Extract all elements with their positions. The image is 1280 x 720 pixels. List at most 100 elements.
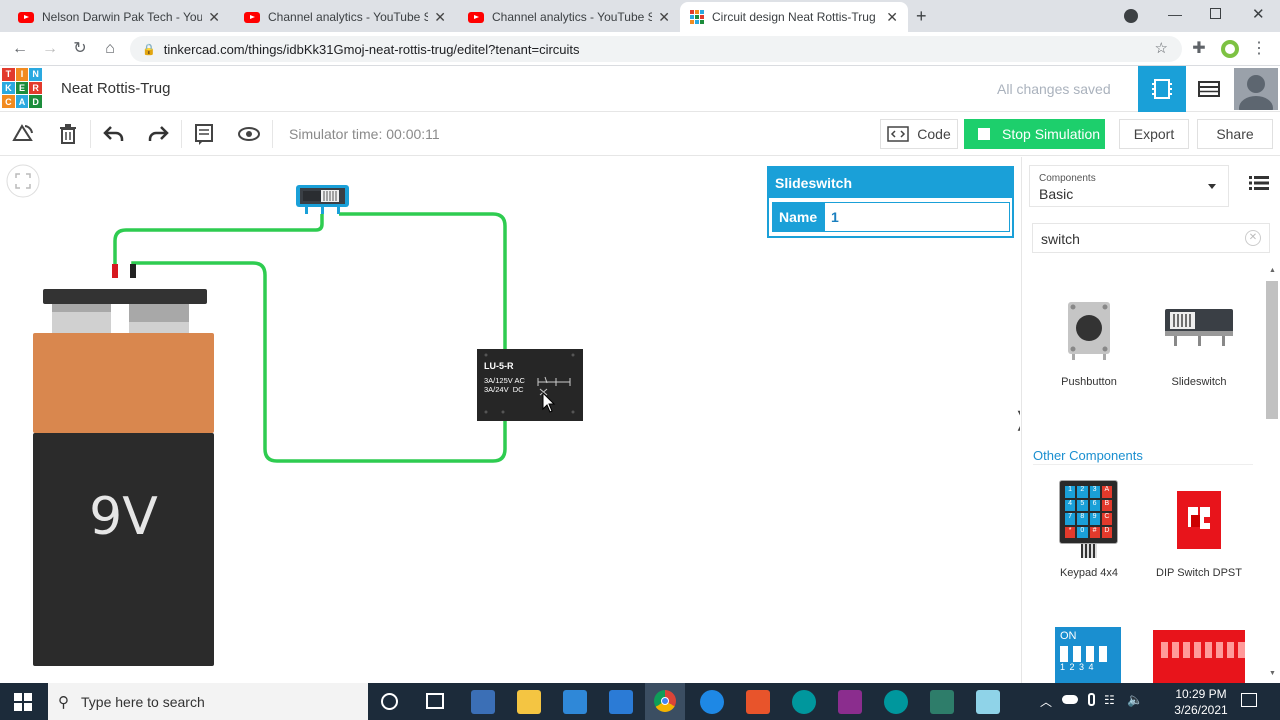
volume-icon[interactable]: 🔈 bbox=[1127, 692, 1143, 708]
relay-rating-ac: 3A/125V AC bbox=[484, 376, 525, 385]
menu-icon[interactable]: ⋮ bbox=[1248, 38, 1270, 60]
file-explorer-icon[interactable] bbox=[517, 690, 541, 714]
keypad-key: C bbox=[1101, 513, 1112, 525]
export-button[interactable]: Export bbox=[1119, 119, 1189, 149]
pushbutton-label: Pushbutton bbox=[1061, 376, 1117, 388]
tray-chevron-icon[interactable]: ︿ bbox=[1040, 693, 1052, 710]
list-icon[interactable] bbox=[1249, 175, 1269, 191]
dip-switch-blue-item[interactable]: ON 1 2 3 4 bbox=[1055, 627, 1121, 683]
browser-tab-active[interactable]: Circuit design Neat Rottis-Trug | Tinker… bbox=[680, 2, 908, 32]
fit-view-icon[interactable] bbox=[6, 164, 40, 198]
app-icon[interactable] bbox=[930, 690, 954, 714]
browser-tab-2[interactable]: Channel analytics - YouTube Studio ✕ bbox=[234, 2, 456, 32]
taskbar-search-box[interactable]: ⚲ Type here to search bbox=[48, 683, 368, 720]
logo-letter: T bbox=[2, 68, 15, 81]
url-field[interactable]: 🔒 tinkercad.com/things/idbKk31Gmoj-neat-… bbox=[130, 36, 1182, 62]
redo-icon[interactable] bbox=[146, 122, 170, 146]
arduino-icon-2[interactable] bbox=[884, 690, 908, 714]
pushbutton-item[interactable]: Pushbutton bbox=[1044, 292, 1134, 392]
close-tab-icon[interactable]: ✕ bbox=[658, 9, 670, 26]
matlab-icon[interactable] bbox=[746, 690, 770, 714]
component-search-input[interactable]: switch ✕ bbox=[1032, 223, 1270, 253]
wire-switch-to-relay bbox=[339, 212, 507, 349]
rotate-icon[interactable] bbox=[11, 122, 35, 146]
new-tab-icon[interactable]: + bbox=[916, 6, 927, 27]
dip-switch-red-item[interactable] bbox=[1153, 630, 1245, 683]
logo-letter: R bbox=[29, 81, 42, 95]
tab-search-icon[interactable] bbox=[1124, 9, 1138, 23]
mail-icon[interactable] bbox=[563, 690, 587, 714]
scroll-up-icon[interactable]: ▲ bbox=[1269, 267, 1276, 274]
star-icon[interactable]: ☆ bbox=[1155, 39, 1168, 57]
other-components-heading[interactable]: Other Components bbox=[1033, 448, 1143, 463]
task-view-icon[interactable] bbox=[426, 693, 444, 709]
section-divider bbox=[1033, 464, 1253, 465]
close-tab-icon[interactable]: ✕ bbox=[208, 9, 220, 26]
visibility-icon[interactable] bbox=[237, 122, 261, 146]
logo-letter: C bbox=[2, 95, 15, 108]
url-text: tinkercad.com/things/idbKk31Gmoj-neat-ro… bbox=[163, 41, 580, 57]
app-icon-2[interactable] bbox=[976, 690, 1000, 714]
winrar-icon[interactable] bbox=[838, 690, 862, 714]
window-close-icon[interactable]: ✕ bbox=[1252, 5, 1265, 23]
arduino-icon[interactable] bbox=[792, 690, 816, 714]
components-dropdown[interactable]: Components Basic bbox=[1029, 165, 1229, 207]
keypad-key: # bbox=[1089, 526, 1100, 538]
dip-on-label: ON bbox=[1060, 630, 1077, 642]
dip-switch-label: DIP Switch DPST bbox=[1156, 567, 1242, 579]
minimize-icon[interactable]: — bbox=[1168, 6, 1182, 22]
keypad-key: 0 bbox=[1077, 526, 1088, 538]
browser-tab-1[interactable]: Nelson Darwin Pak Tech - YouTube ✕ bbox=[8, 2, 230, 32]
taskbar-clock[interactable]: 10:29 PM 3/26/2021 bbox=[1166, 686, 1236, 718]
keypad-item[interactable]: 1 2 3 A 4 5 6 B 7 8 9 C * 0 # D Keypad 4… bbox=[1044, 477, 1134, 587]
scroll-down-icon[interactable]: ▼ bbox=[1269, 670, 1276, 677]
scrollbar-thumb[interactable] bbox=[1266, 281, 1278, 419]
notifications-icon[interactable] bbox=[1241, 693, 1257, 707]
word-icon[interactable] bbox=[609, 690, 633, 714]
close-tab-icon[interactable]: ✕ bbox=[886, 9, 898, 26]
panel-scrollbar[interactable]: ▲ ▼ bbox=[1265, 267, 1279, 681]
delete-icon[interactable] bbox=[56, 122, 80, 146]
stop-simulation-button[interactable]: Stop Simulation bbox=[964, 119, 1105, 149]
code-button[interactable]: Code bbox=[880, 119, 958, 149]
onedrive-icon[interactable] bbox=[1062, 695, 1078, 704]
back-icon[interactable]: ← bbox=[9, 38, 31, 60]
stop-simulation-label: Stop Simulation bbox=[1002, 126, 1101, 142]
undo-icon[interactable] bbox=[102, 122, 126, 146]
teamviewer-icon[interactable] bbox=[700, 690, 724, 714]
component-list-view-button[interactable] bbox=[1186, 66, 1232, 112]
slideswitch-item[interactable]: Slideswitch bbox=[1154, 292, 1244, 392]
tinkercad-icon bbox=[690, 10, 704, 24]
dip-switch-dpst-item[interactable]: DIP Switch DPST bbox=[1154, 477, 1244, 587]
extensions-icon[interactable]: ✚ bbox=[1188, 38, 1210, 60]
youtube-icon bbox=[468, 11, 484, 23]
store-icon[interactable] bbox=[471, 690, 495, 714]
slideswitch-component[interactable] bbox=[296, 185, 349, 214]
components-panel: Components Basic switch ✕ Pushbutton Sli… bbox=[1021, 157, 1280, 683]
circuit-view-button[interactable] bbox=[1138, 66, 1186, 112]
keypad-key: 8 bbox=[1077, 513, 1088, 525]
windows-start-icon[interactable] bbox=[14, 693, 32, 711]
slideswitch-label: Slideswitch bbox=[1171, 376, 1227, 388]
chrome-taskbar-active[interactable] bbox=[645, 683, 685, 720]
name-field[interactable]: 1 bbox=[825, 203, 1009, 231]
home-icon[interactable]: ⌂ bbox=[99, 38, 121, 60]
cortana-icon[interactable] bbox=[381, 693, 398, 710]
lock-icon: 🔒 bbox=[142, 43, 156, 56]
battery-component[interactable] bbox=[33, 289, 214, 666]
collapse-panel-icon[interactable]: ❭ bbox=[1013, 407, 1020, 432]
clear-search-icon[interactable]: ✕ bbox=[1245, 230, 1261, 246]
network-icon[interactable]: ☷ bbox=[1104, 693, 1115, 707]
close-tab-icon[interactable]: ✕ bbox=[434, 9, 446, 26]
user-avatar[interactable] bbox=[1234, 68, 1278, 110]
project-name[interactable]: Neat Rottis-Trug bbox=[61, 80, 170, 97]
share-button[interactable]: Share bbox=[1197, 119, 1273, 149]
notes-icon[interactable] bbox=[192, 122, 216, 146]
browser-tab-3[interactable]: Channel analytics - YouTube Studio ✕ bbox=[458, 2, 680, 32]
microphone-icon[interactable] bbox=[1088, 693, 1095, 706]
extension-icon[interactable] bbox=[1221, 40, 1239, 58]
forward-icon[interactable]: → bbox=[39, 38, 61, 60]
maximize-icon[interactable] bbox=[1210, 8, 1221, 19]
reload-icon[interactable]: ↻ bbox=[69, 38, 91, 60]
tinkercad-logo[interactable]: T I N K E R C A D bbox=[2, 68, 42, 108]
